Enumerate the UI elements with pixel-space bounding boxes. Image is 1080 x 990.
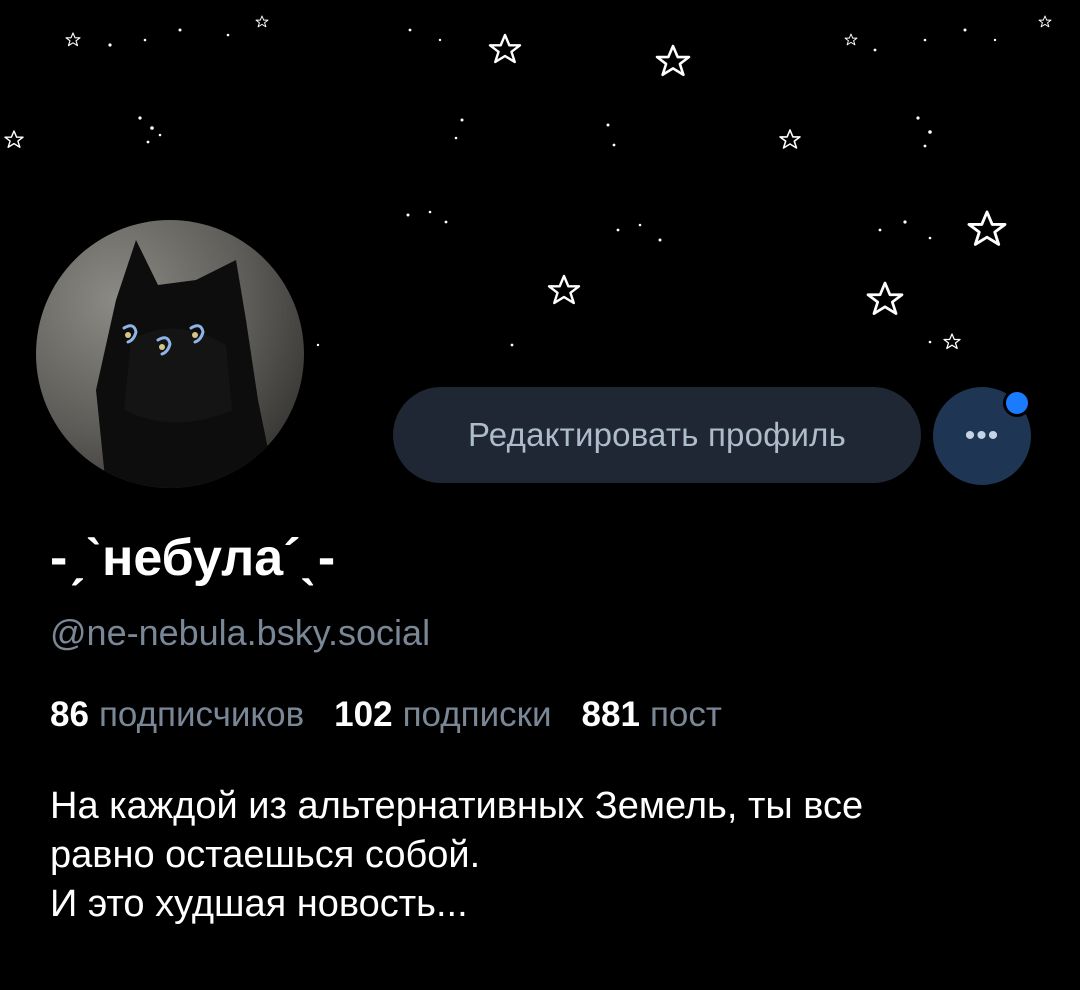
notification-dot <box>1003 389 1031 417</box>
handle: @ne-nebula.bsky.social <box>50 612 431 653</box>
bio-line: На каждой из альтернативных Земель, ты в… <box>50 785 864 827</box>
bio-line: равно остаешься собой. <box>50 834 481 876</box>
followers-label: подписчиков <box>98 695 305 734</box>
posts-count: 881 <box>581 695 640 734</box>
black-cat-avatar <box>36 220 304 488</box>
posts-stat: 881 пост <box>582 695 722 735</box>
edit-profile-button[interactable]: Редактировать профиль <box>393 387 921 483</box>
display-name: -ˏˋнебула´ˎ- <box>50 529 336 587</box>
avatar[interactable] <box>32 216 308 492</box>
followers-stat[interactable]: 86 подписчиков <box>50 695 304 735</box>
profile-bio: На каждой из альтернативных Земель, ты в… <box>50 782 1050 929</box>
bio-line: И это худшая новость... <box>50 883 468 925</box>
profile-stats: 86 подписчиков 102 подписки 881 пост <box>50 695 752 735</box>
posts-label: пост <box>649 695 722 734</box>
ellipsis-icon: ••• <box>964 419 1000 452</box>
following-stat[interactable]: 102 подписки <box>334 695 551 735</box>
following-label: подписки <box>402 695 552 734</box>
followers-count: 86 <box>50 695 89 734</box>
following-count: 102 <box>334 695 393 734</box>
